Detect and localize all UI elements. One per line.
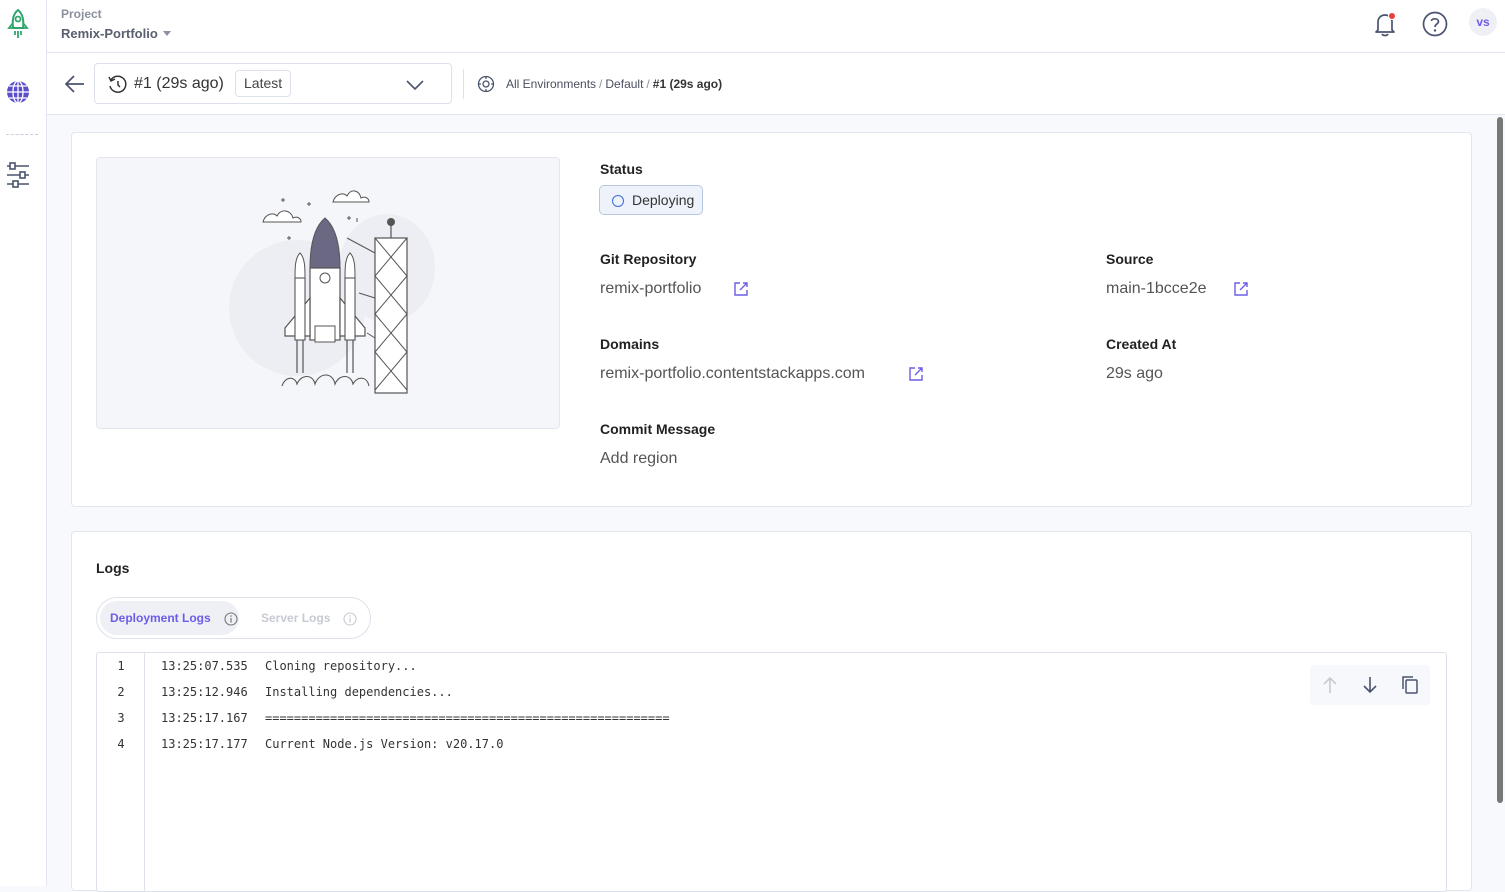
breadcrumb-separator: / xyxy=(646,77,650,91)
deployment-select[interactable]: #1 (29s ago) Latest xyxy=(94,63,452,104)
page-scrollbar[interactable] xyxy=(1497,117,1503,803)
log-message: Cloning repository... xyxy=(265,659,417,673)
status-label: Status xyxy=(600,161,643,177)
commit-message-label: Commit Message xyxy=(600,421,716,437)
log-line: 4 13:25:17.177 Current Node.js Version: … xyxy=(97,731,997,757)
globe-icon[interactable] xyxy=(6,80,30,104)
header-divider xyxy=(463,69,464,99)
log-timestamp: 13:25:17.167 xyxy=(161,711,248,725)
help-icon[interactable] xyxy=(1422,11,1448,37)
created-at-value: 29s ago xyxy=(1106,365,1163,382)
logs-card: Logs Deployment Logs Server Logs 1 13:25… xyxy=(71,531,1472,892)
deploying-spinner-icon xyxy=(612,195,624,207)
line-number: 4 xyxy=(117,737,125,751)
git-repository-value: remix-portfolio xyxy=(600,280,702,297)
commit-message-value: Add region xyxy=(600,450,678,467)
external-link-icon[interactable] xyxy=(1233,281,1249,297)
left-rail xyxy=(0,0,47,886)
log-timestamp: 13:25:17.177 xyxy=(161,737,248,751)
log-toolbar xyxy=(1310,665,1430,705)
info-icon[interactable] xyxy=(224,612,238,626)
domains-value: remix-portfolio.contentstackapps.com xyxy=(600,365,865,382)
tab-deployment-logs[interactable]: Deployment Logs xyxy=(100,601,239,635)
log-line: 3 13:25:17.167 =========================… xyxy=(97,705,997,731)
tab-label: Deployment Logs xyxy=(110,611,211,625)
line-number: 1 xyxy=(117,659,125,673)
line-number: 2 xyxy=(117,685,125,699)
caret-down-icon[interactable] xyxy=(163,31,171,36)
log-timestamp: 13:25:12.946 xyxy=(161,685,248,699)
status-badge: Deploying xyxy=(599,185,704,215)
breadcrumb-current: #1 (29s ago) xyxy=(652,77,723,91)
scroll-down-arrow-icon[interactable] xyxy=(1360,675,1380,695)
log-line: 1 13:25:07.535 Cloning repository... xyxy=(97,653,997,679)
rocket-logo-icon[interactable] xyxy=(7,8,29,40)
deployment-select-value: #1 (29s ago) xyxy=(134,75,224,92)
tab-label: Server Logs xyxy=(261,611,331,625)
breadcrumb-default[interactable]: Default xyxy=(605,77,643,91)
source-value: main-1bcce2e xyxy=(1106,280,1207,297)
status-value: Deploying xyxy=(632,192,695,208)
avatar[interactable]: vs xyxy=(1469,8,1497,36)
breadcrumb: All Environments / Default / #1 (29s ago) xyxy=(506,77,722,91)
breadcrumb-all-environments[interactable]: All Environments xyxy=(506,77,596,91)
logs-title: Logs xyxy=(96,560,130,576)
deployment-header: #1 (29s ago) Latest All Environments / Def… xyxy=(47,53,1505,115)
environment-icon xyxy=(477,75,495,93)
settings-sliders-icon[interactable] xyxy=(6,162,30,188)
top-bar: Project Remix-Portfolio vs xyxy=(47,0,1505,53)
breadcrumb-separator: / xyxy=(599,77,603,91)
created-at-label: Created At xyxy=(1106,336,1177,352)
latest-badge: Latest xyxy=(235,70,292,97)
info-icon[interactable] xyxy=(343,612,357,626)
project-label: Project xyxy=(61,7,102,21)
project-selector[interactable]: Remix-Portfolio xyxy=(61,26,158,41)
log-message: Installing dependencies... xyxy=(265,685,453,699)
external-link-icon[interactable] xyxy=(733,281,749,297)
external-link-icon[interactable] xyxy=(908,366,924,382)
domains-label: Domains xyxy=(600,336,660,352)
source-label: Source xyxy=(1106,251,1154,267)
rocket-illustration xyxy=(96,157,560,429)
rail-divider xyxy=(6,134,38,135)
back-arrow-icon[interactable] xyxy=(65,75,85,93)
line-number: 3 xyxy=(117,711,125,725)
log-viewer[interactable]: 1 13:25:07.535 Cloning repository... 2 1… xyxy=(96,652,1447,892)
log-message: Current Node.js Version: v20.17.0 xyxy=(265,737,504,751)
chevron-down-icon xyxy=(406,80,424,91)
tab-server-logs[interactable]: Server Logs xyxy=(249,601,369,635)
log-line: 2 13:25:12.946 Installing dependencies..… xyxy=(97,679,997,705)
notification-dot xyxy=(1388,12,1396,20)
log-message: ========================================… xyxy=(265,711,670,725)
log-timestamp: 13:25:07.535 xyxy=(161,659,248,673)
logs-tabs: Deployment Logs Server Logs xyxy=(96,597,371,639)
copy-icon[interactable] xyxy=(1400,675,1420,695)
history-icon xyxy=(108,75,127,93)
scroll-up-arrow-icon[interactable] xyxy=(1320,675,1340,695)
deployment-details-card: Status Deploying Git Repository remix-po… xyxy=(71,132,1472,507)
git-repository-label: Git Repository xyxy=(600,251,697,267)
